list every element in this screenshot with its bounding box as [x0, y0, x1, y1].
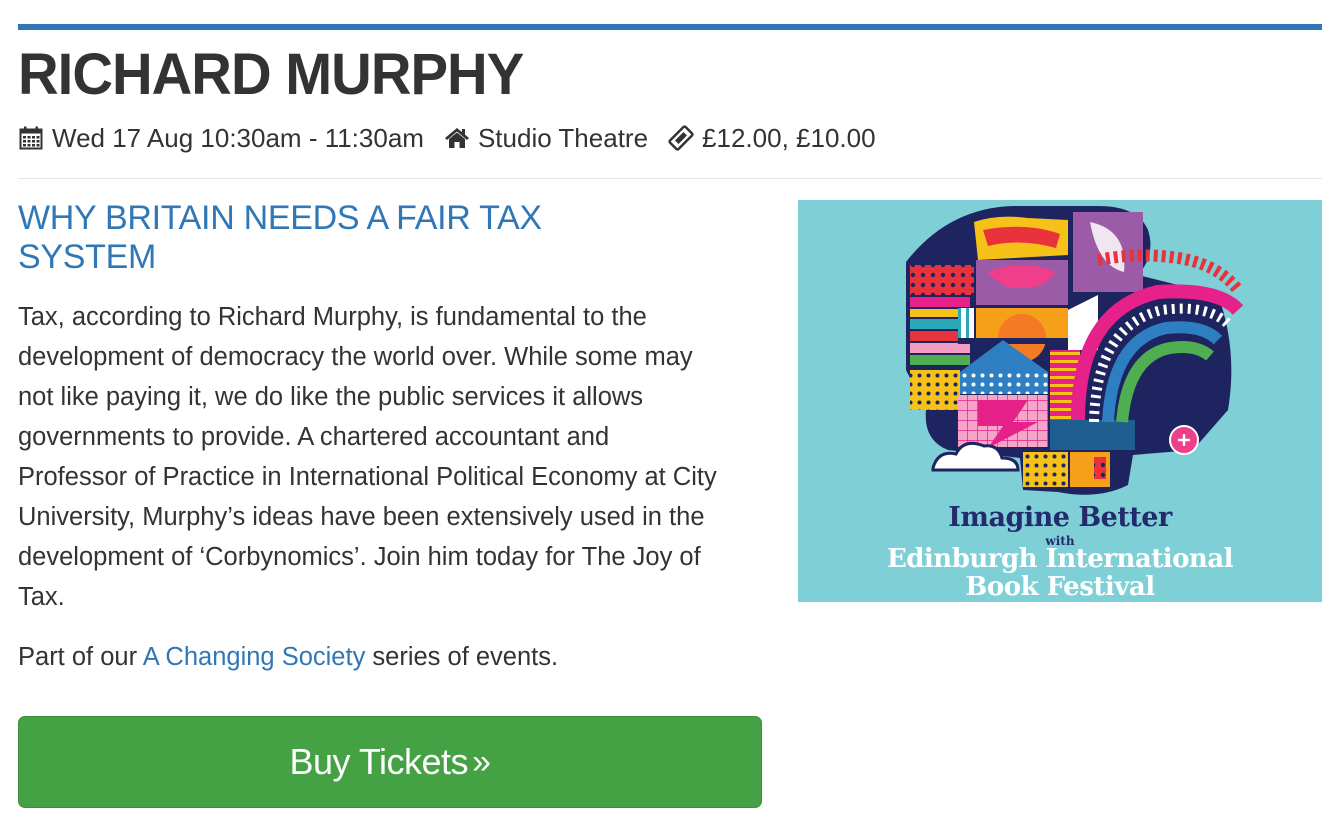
- series-note: Part of our A Changing Society series of…: [18, 637, 558, 677]
- event-meta: Wed 17 Aug 10:30am - 11:30am Studio Thea…: [18, 118, 896, 158]
- top-accent-rule: [18, 24, 1322, 30]
- poster-line-4: Book Festival: [965, 572, 1155, 602]
- festival-poster: Imagine Better with Edinburgh Internatio…: [798, 200, 1322, 602]
- event-price-text: £12.00, £10.00: [702, 122, 876, 153]
- ticket-icon: [668, 125, 694, 151]
- series-suffix: series of events.: [365, 643, 559, 671]
- series-prefix: Part of our: [18, 643, 143, 671]
- event-venue: Studio Theatre: [444, 123, 648, 154]
- page-title: RICHARD MURPHY: [18, 42, 524, 107]
- home-icon: [444, 125, 470, 151]
- series-link[interactable]: A Changing Society: [143, 643, 366, 671]
- event-title: WHY BRITAIN NEEDS A FAIR TAX SYSTEM: [18, 199, 542, 276]
- calendar-icon: [18, 125, 44, 151]
- event-date-text: Wed 17 Aug 10:30am - 11:30am: [52, 122, 424, 153]
- event-description: Tax, according to Richard Murphy, is fun…: [18, 303, 717, 611]
- event-price: £12.00, £10.00: [668, 123, 876, 154]
- buy-tickets-label: Buy Tickets: [289, 741, 469, 782]
- poster-line-3: Edinburgh International: [886, 544, 1234, 574]
- event-venue-text: Studio Theatre: [477, 122, 649, 153]
- event-date: Wed 17 Aug 10:30am - 11:30am: [18, 123, 424, 154]
- buy-tickets-button[interactable]: Buy Tickets »: [18, 716, 762, 808]
- header-divider: [18, 178, 1322, 179]
- double-chevron-right-icon: »: [472, 742, 491, 781]
- poster-line-1: Imagine Better: [948, 502, 1172, 533]
